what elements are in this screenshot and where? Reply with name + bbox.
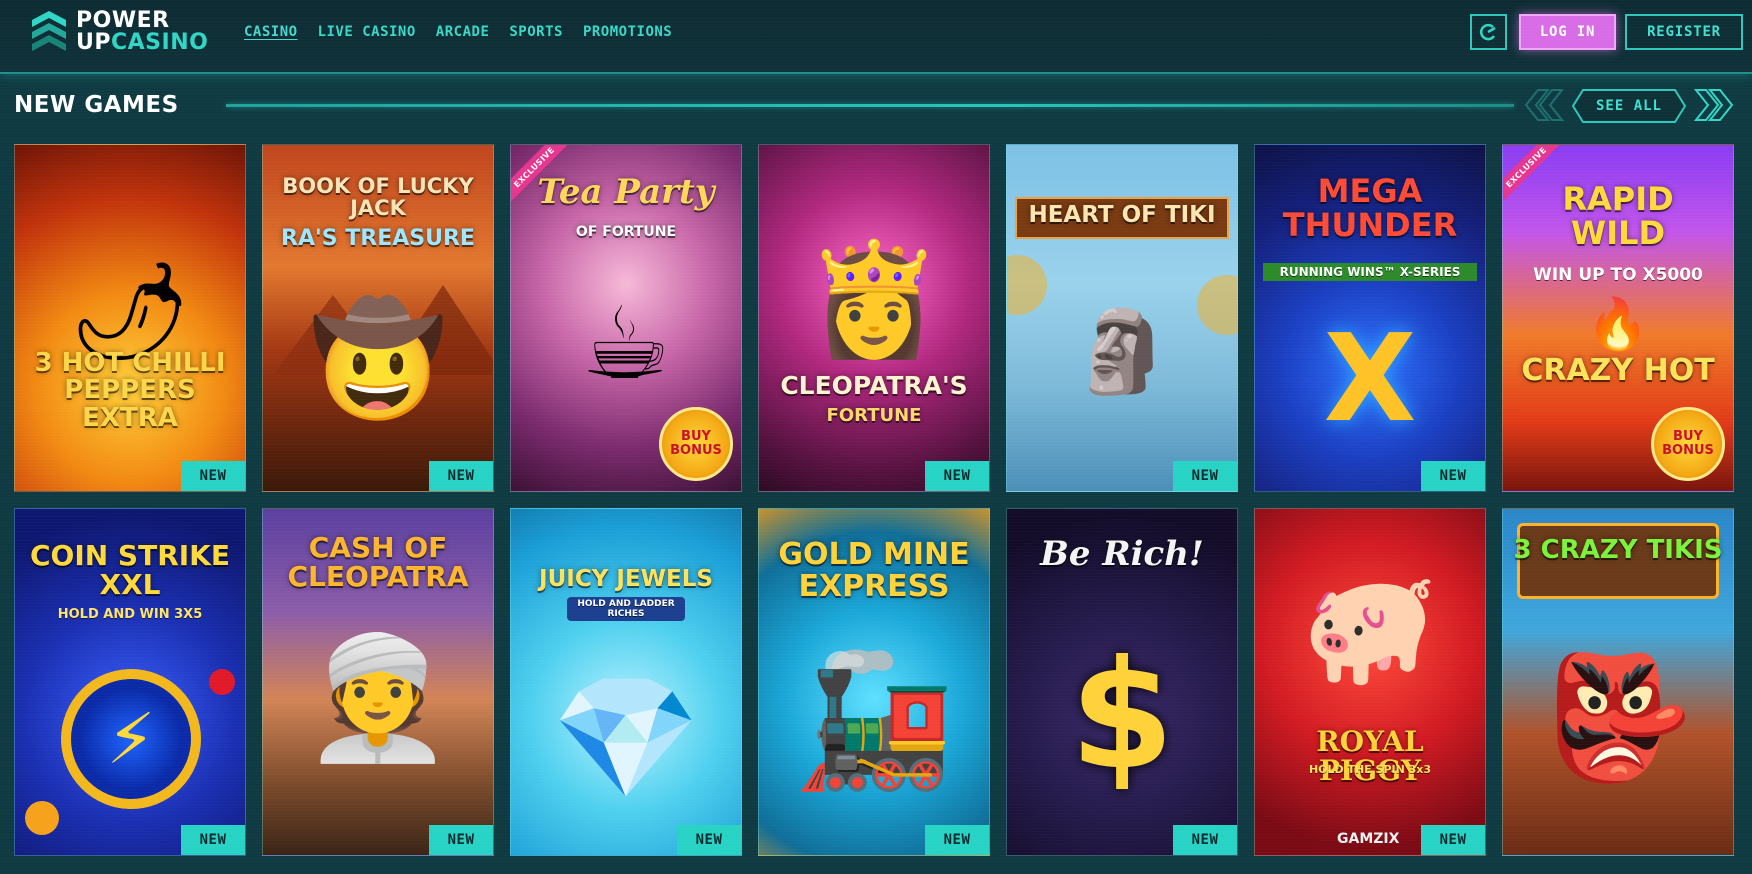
- tiki-icon: 🗿: [1072, 305, 1172, 398]
- nav-live-casino[interactable]: LIVE CASINO: [318, 24, 416, 40]
- game-tile[interactable]: Be Rich! $ NEW: [1006, 508, 1238, 856]
- section-divider: [226, 104, 1514, 107]
- site-header: POWER UPCASINO CASINO LIVE CASINO ARCADE…: [0, 0, 1752, 74]
- buy-bonus-badge: BUY BONUS: [659, 407, 733, 481]
- cherry-icon: [209, 669, 235, 695]
- game-tile[interactable]: 🌶 3 HOT CHILLI PEPPERS EXTRA NEW: [14, 144, 246, 492]
- game-subtitle: FORTUNE: [826, 405, 922, 426]
- c-logo-icon: [1479, 23, 1496, 41]
- logo-line-casino: CASINO: [111, 30, 209, 55]
- game-tile[interactable]: 3 CRAZY TIKIS 👺: [1502, 508, 1734, 856]
- provider-label: GAMZIX: [1337, 831, 1400, 847]
- game-title: 3 HOT CHILLI PEPPERS EXTRA: [34, 348, 226, 433]
- teacup-icon: ☕: [581, 285, 671, 402]
- new-badge: NEW: [429, 461, 493, 491]
- new-badge: NEW: [1173, 461, 1237, 491]
- section-title: NEW GAMES: [14, 92, 179, 118]
- dollar-icon: $: [1069, 629, 1175, 803]
- new-badge: NEW: [925, 825, 989, 855]
- logo-mark-icon: [32, 11, 66, 51]
- game-subtitle: RUNNING WINS™ X-SERIES: [1263, 263, 1477, 281]
- game-title: ROYAL PIGGY: [1316, 725, 1424, 788]
- diamond-icon: 💎: [551, 669, 701, 808]
- brand-logo[interactable]: POWER UPCASINO: [30, 9, 208, 55]
- c-logo-button[interactable]: [1470, 14, 1507, 50]
- game-tile[interactable]: CASH OF CLEOPATRA 👳 NEW: [262, 508, 494, 856]
- game-tile[interactable]: GOLD MINE EXPRESS 🚂 NEW: [758, 508, 990, 856]
- game-title: BOOK OF LUCKY JACK: [282, 174, 474, 221]
- game-subtitle: WIN UP TO X5000: [1533, 265, 1703, 285]
- new-badge: NEW: [181, 825, 245, 855]
- game-tile[interactable]: EXCLUSIVE Tea Party OF FORTUNE ☕ BUY BON…: [510, 144, 742, 492]
- adventurer-icon: 🤠: [309, 295, 447, 423]
- nav-promotions[interactable]: PROMOTIONS: [583, 24, 672, 40]
- game-title: COIN STRIKE XXL: [29, 539, 231, 602]
- main-nav: CASINO LIVE CASINO ARCADE SPORTS PROMOTI…: [244, 24, 672, 40]
- game-subtitle: HOLD AND WIN 3X5: [57, 607, 203, 622]
- game-title: 3 CRAZY TIKIS: [1513, 535, 1723, 565]
- game-tile[interactable]: 🐖 ROYAL PIGGY HOLD THE SPIN 3x3 GAMZIX N…: [1254, 508, 1486, 856]
- nav-casino[interactable]: CASINO: [244, 24, 298, 40]
- x-icon: X: [1323, 310, 1417, 449]
- queen-icon: 👸: [805, 235, 943, 363]
- game-title: RAPID WILD: [1562, 180, 1674, 252]
- nav-sports[interactable]: SPORTS: [509, 24, 563, 40]
- see-all-button[interactable]: SEE ALL: [1571, 88, 1687, 124]
- game-title: Tea Party: [537, 172, 715, 212]
- login-button[interactable]: LOG IN: [1519, 14, 1616, 50]
- game-tile[interactable]: 👸 CLEOPATRA'S FORTUNE NEW: [758, 144, 990, 492]
- flame-icon: 🔥: [1586, 295, 1650, 353]
- new-badge: NEW: [1173, 825, 1237, 855]
- orange-icon: [25, 801, 59, 835]
- game-title: JUICY JEWELS: [539, 566, 713, 592]
- game-tile[interactable]: HEART OF TIKI 🗿 NEW: [1006, 144, 1238, 492]
- new-badge: NEW: [677, 825, 741, 855]
- new-badge: NEW: [1421, 825, 1485, 855]
- tiki-mask-icon: 👺: [1543, 649, 1693, 788]
- game-tile[interactable]: COIN STRIKE XXL HOLD AND WIN 3X5 ⚡ NEW: [14, 508, 246, 856]
- new-badge: NEW: [925, 461, 989, 491]
- prev-arrow-icon[interactable]: [1524, 88, 1564, 122]
- game-subtitle: RA'S TREASURE: [281, 226, 475, 251]
- game-title: HEART OF TIKI: [1028, 202, 1216, 228]
- buy-bonus-badge: BUY BONUS: [1651, 407, 1725, 481]
- game-tile[interactable]: MEGA THUNDER RUNNING WINS™ X-SERIES X NE…: [1254, 144, 1486, 492]
- game-subtitle: HOLD AND LADDER RICHES: [567, 597, 685, 621]
- game-title: CASH OF CLEOPATRA: [287, 531, 469, 594]
- see-all-label: SEE ALL: [1595, 98, 1662, 114]
- logo-line-power: POWER: [76, 8, 170, 33]
- pharaoh-icon: 👳: [303, 629, 453, 768]
- games-grid: 🌶 3 HOT CHILLI PEPPERS EXTRA NEW BOOK OF…: [14, 144, 1734, 856]
- game-tile[interactable]: EXCLUSIVE RAPID WILD WIN UP TO X5000 CRA…: [1502, 144, 1734, 492]
- register-button[interactable]: REGISTER: [1625, 14, 1743, 50]
- game-title: CLEOPATRA'S: [780, 371, 968, 400]
- sun-coin-icon: [1007, 255, 1047, 315]
- new-badge: NEW: [1421, 461, 1485, 491]
- next-arrow-icon[interactable]: [1694, 88, 1734, 122]
- game-subtitle: HOLD THE SPIN 3x3: [1308, 763, 1432, 776]
- sun-coin-icon: [1197, 275, 1237, 335]
- game-extra-text: CRAZY HOT: [1521, 353, 1715, 388]
- nav-arcade[interactable]: ARCADE: [436, 24, 490, 40]
- game-tile[interactable]: BOOK OF LUCKY JACK RA'S TREASURE 🤠 NEW: [262, 144, 494, 492]
- game-title: MEGA THUNDER: [1282, 172, 1458, 244]
- logo-line-up: UP: [76, 30, 111, 55]
- train-icon: 🚂: [793, 644, 955, 796]
- game-title: GOLD MINE EXPRESS: [778, 537, 970, 604]
- lightning-coin-icon: ⚡: [61, 669, 201, 809]
- game-tile[interactable]: JUICY JEWELS HOLD AND LADDER RICHES 💎 NE…: [510, 508, 742, 856]
- game-title: Be Rich!: [1040, 534, 1204, 574]
- new-badge: NEW: [429, 825, 493, 855]
- piggy-bank-icon: 🐖: [1301, 564, 1439, 692]
- new-badge: NEW: [181, 461, 245, 491]
- game-subtitle: OF FORTUNE: [575, 224, 677, 240]
